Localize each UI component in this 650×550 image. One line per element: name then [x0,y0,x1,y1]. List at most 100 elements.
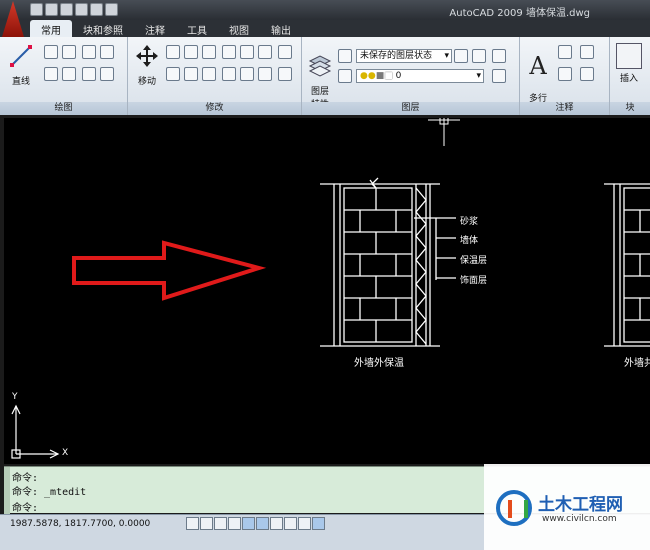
single-line-text-icon[interactable] [558,45,572,59]
tab-view[interactable]: 视图 [218,20,260,37]
table-icon[interactable] [558,67,572,81]
layer-previous-icon[interactable] [454,49,468,63]
offset-icon[interactable] [202,45,216,59]
scale-icon[interactable] [222,67,236,81]
ortho-mode-icon[interactable] [214,517,227,530]
ucs-y-label: Y [12,392,18,402]
watermark-title: 土木工程网 [538,495,623,515]
print-icon[interactable] [75,3,88,16]
layer-combo[interactable]: ●●■■ 0 [356,69,484,83]
block-panel: 插入 块 [610,37,650,115]
command-history-line-1: 命令: [12,473,39,484]
label-mortar: 砂浆 [460,217,479,227]
lineweight-icon[interactable] [298,517,311,530]
text-a-icon: A [529,52,547,80]
tab-tools[interactable]: 工具 [176,20,218,37]
tab-blocks-references[interactable]: 块和参照 [72,20,134,37]
tab-home[interactable]: 常用 [30,20,72,37]
quick-properties-icon[interactable] [312,517,325,530]
ellipse-icon[interactable] [62,67,76,81]
crosshair-cursor [428,118,460,146]
dimension-icon[interactable] [580,45,594,59]
arc-icon[interactable] [62,45,76,59]
sun-icon: ● [367,71,376,81]
copy-icon[interactable] [166,45,180,59]
command-history-line-2: 命令: _mtedit [12,487,87,498]
layer-state-combo[interactable]: 未保存的图层状态 [356,49,452,63]
trim-icon[interactable] [202,67,216,81]
layers-panel-title: 图层 [302,102,519,115]
layer-off-icon[interactable] [492,69,506,83]
line-button[interactable]: 直线 [6,43,36,87]
rectangle-icon[interactable] [100,45,114,59]
dynamic-ucs-icon[interactable] [270,517,283,530]
label-finish: 饰面层 [460,276,488,286]
lock-icon: ■ [375,71,385,81]
block-panel-title: 块 [610,102,650,115]
stretch-icon[interactable] [240,45,254,59]
explode-icon[interactable] [184,67,198,81]
undo-icon[interactable] [90,3,103,16]
watermark: 土木工程网 www.civilcn.com [484,464,650,550]
lightbulb-icon: ● [360,71,368,81]
line-icon [10,45,32,67]
layer-isolate-icon[interactable] [472,49,486,63]
grid-display-icon[interactable] [200,517,213,530]
window-title: AutoCAD 2009 墙体保温.dwg [449,8,590,19]
ucs-x-label: X [62,448,69,458]
properties-icon[interactable] [278,67,292,81]
tab-annotate[interactable]: 注释 [134,20,176,37]
civilcn-logo-icon [496,490,532,526]
polyline-icon[interactable] [44,45,58,59]
label-insulation: 保温层 [460,256,488,266]
watermark-url: www.civilcn.com [542,514,617,524]
region-icon[interactable] [100,67,114,81]
quick-access-toolbar [30,3,118,16]
circle-icon[interactable] [44,67,58,81]
object-snap-icon[interactable] [242,517,255,530]
command-line-grip[interactable] [4,467,10,514]
leader-icon[interactable] [580,67,594,81]
array-icon[interactable] [222,45,236,59]
draw-panel-title: 绘图 [0,102,127,115]
layer-match-icon[interactable] [338,69,352,83]
layer-state-icon[interactable] [278,45,292,59]
red-arrow [72,240,267,301]
drawing-canvas[interactable]: 砂浆 墙体 保温层 饰面层 外墙外保温 外墙共 Y X [4,118,650,464]
caption-left: 外墙外保温 [354,358,404,369]
open-icon[interactable] [45,3,58,16]
command-prompt[interactable]: 命令: [12,499,38,514]
hatch-icon[interactable] [82,67,96,81]
layer-stack-icon [308,55,332,77]
rotate-icon[interactable] [184,45,198,59]
mirror-icon[interactable] [258,45,272,59]
object-snap-tracking-icon[interactable] [256,517,269,530]
save-icon[interactable] [60,3,73,16]
new-icon[interactable] [30,3,43,16]
layer-state-manager-icon[interactable] [338,49,352,63]
tab-output[interactable]: 输出 [260,20,302,37]
draw-panel: 直线 绘图 [0,37,128,115]
insert-block-button[interactable]: 插入 [614,43,644,84]
line-label: 直线 [11,77,30,87]
title-bar: AutoCAD 2009 墙体保温.dwg [0,0,650,20]
wall-section-detail [320,177,456,347]
fillet-icon[interactable] [166,67,180,81]
caption-right: 外墙共 [624,358,650,369]
annotation-panel-title: 注释 [520,102,609,115]
redo-icon[interactable] [105,3,118,16]
drafting-toggles [186,517,325,530]
ucs-icon [11,404,60,459]
move-label: 移动 [137,77,156,87]
annotation-panel: A 多行 文字 注释 [520,37,610,117]
dynamic-input-icon[interactable] [284,517,297,530]
insert-icon [616,43,642,69]
move-button[interactable]: 移动 [132,43,162,87]
layer-name: 0 [395,71,402,81]
polar-tracking-icon[interactable] [228,517,241,530]
snap-mode-icon[interactable] [186,517,199,530]
break-icon[interactable] [258,67,272,81]
join-icon[interactable] [240,67,254,81]
polygon-icon[interactable] [82,45,96,59]
layer-walk-icon[interactable] [492,49,506,63]
